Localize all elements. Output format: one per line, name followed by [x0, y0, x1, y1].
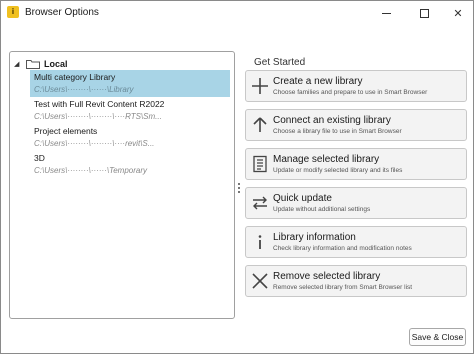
maximize-icon [419, 8, 429, 18]
library-item[interactable]: 3D C:\Users\········\······\Temporary [30, 151, 230, 178]
save-close-button[interactable]: Save & Close [409, 328, 466, 346]
library-name: Multi category Library [34, 72, 116, 82]
action-description: Update or modify selected library and it… [273, 167, 403, 174]
library-path: C:\Users\········\········\····RTS\Sm... [34, 112, 162, 121]
action-description: Update without additional settings [273, 206, 371, 213]
info-icon [249, 231, 271, 253]
action-title: Manage selected library [273, 154, 380, 165]
app-icon: i [7, 6, 19, 18]
manage-library-button[interactable]: Manage selected library Update or modify… [245, 148, 467, 180]
action-title: Create a new library [273, 76, 363, 87]
folder-icon [26, 59, 40, 69]
maximize-button[interactable] [407, 1, 441, 25]
plus-icon [249, 75, 271, 97]
close-button[interactable]: ✕ [441, 1, 474, 25]
close-x-icon [249, 270, 271, 292]
panel-splitter-handle[interactable] [238, 183, 241, 197]
library-information-button[interactable]: Library information Check library inform… [245, 226, 467, 258]
action-description: Choose a library file to use in Smart Br… [273, 128, 402, 135]
quick-update-button[interactable]: Quick update Update without additional s… [245, 187, 467, 219]
window-title: Browser Options [25, 7, 99, 18]
title-bar: i Browser Options ✕ [1, 1, 473, 25]
minimize-button[interactable] [369, 1, 403, 25]
library-path: C:\Users\········\······\Library [34, 85, 134, 94]
minimize-icon [381, 12, 391, 14]
library-item[interactable]: Multi category Library C:\Users\········… [30, 70, 230, 97]
connect-library-button[interactable]: Connect an existing library Choose a lib… [245, 109, 467, 141]
library-path: C:\Users\········\········\····revit\S..… [34, 139, 155, 148]
action-title: Library information [273, 232, 356, 243]
library-name: Test with Full Revit Content R2022 [34, 99, 165, 109]
document-list-icon [249, 153, 271, 175]
library-name: 3D [34, 153, 45, 163]
collapse-triangle-icon[interactable]: ◢ [14, 60, 24, 68]
action-title: Remove selected library [273, 271, 381, 282]
library-item[interactable]: Test with Full Revit Content R2022 C:\Us… [30, 97, 230, 124]
swap-arrows-icon [249, 192, 271, 214]
remove-library-button[interactable]: Remove selected library Remove selected … [245, 265, 467, 297]
tree-root-label: Local [44, 59, 68, 69]
action-description: Remove selected library from Smart Brows… [273, 284, 413, 291]
action-description: Check library information and modificati… [273, 245, 412, 252]
library-path: C:\Users\········\······\Temporary [34, 166, 148, 175]
library-item[interactable]: Project elements C:\Users\········\·····… [30, 124, 230, 151]
library-tree-panel[interactable]: ◢ Local Multi category Library C:\Users\… [9, 51, 235, 319]
action-title: Quick update [273, 193, 332, 204]
create-library-button[interactable]: Create a new library Choose families and… [245, 70, 467, 102]
browser-options-window: i Browser Options ✕ ◢ Local Multi catego… [0, 0, 474, 354]
close-icon: ✕ [453, 7, 463, 20]
arrow-up-icon [249, 114, 271, 136]
action-description: Choose families and prepare to use in Sm… [273, 89, 428, 96]
action-title: Connect an existing library [273, 115, 391, 126]
get-started-heading: Get Started [254, 57, 306, 68]
library-name: Project elements [34, 126, 98, 136]
